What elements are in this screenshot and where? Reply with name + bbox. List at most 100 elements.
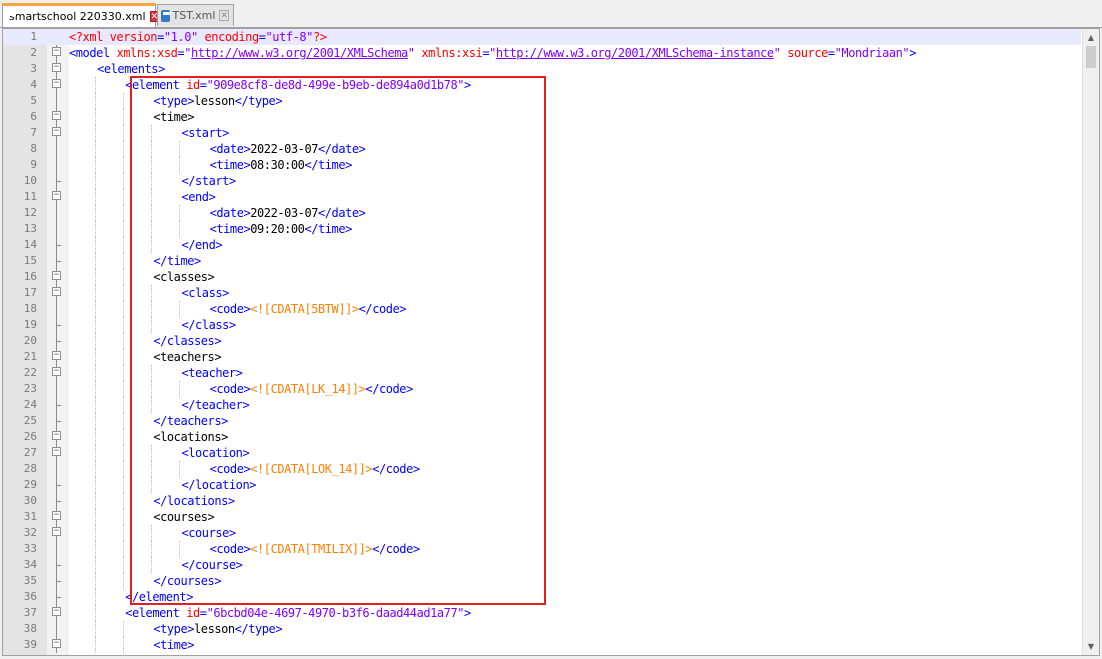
code-line[interactable]: 24 </teacher> — [3, 397, 1081, 413]
fold-minus-icon[interactable]: − — [52, 527, 61, 536]
fold-minus-icon[interactable]: − — [52, 271, 61, 280]
fold-end-tick — [56, 405, 61, 406]
indent-guide — [95, 541, 97, 557]
code-line[interactable]: 4 − <element id="909e8cf8-de8d-499e-b9eb-d… — [3, 77, 1081, 93]
fold-minus-icon[interactable]: − — [52, 511, 61, 520]
fold-minus-icon[interactable]: − — [52, 127, 61, 136]
fold-line — [56, 541, 57, 557]
code-line[interactable]: 37 − <element id="6bcbd04e-4697-4970-b3f6-… — [3, 605, 1081, 621]
fold-minus-icon[interactable]: − — [52, 351, 61, 360]
code-line[interactable]: 32 − <course> — [3, 525, 1081, 541]
code-line[interactable]: 27 − <location> — [3, 445, 1081, 461]
indent-guide — [179, 141, 181, 157]
code-line[interactable]: 11 − <end> — [3, 189, 1081, 205]
code-line[interactable]: 30 </locations> — [3, 493, 1081, 509]
code-line[interactable]: 22 − <teacher> — [3, 365, 1081, 381]
fold-minus-icon[interactable]: − — [52, 607, 61, 616]
fold-end-tick — [56, 341, 61, 342]
fold-line — [56, 221, 57, 237]
fold-minus-icon[interactable]: − — [52, 79, 61, 88]
scroll-up-icon[interactable]: ▲ — [1083, 29, 1099, 46]
code-line[interactable]: 16 − <classes> — [3, 269, 1081, 285]
fold-line — [56, 349, 57, 351]
vertical-scrollbar[interactable]: ▲ ▼ — [1082, 29, 1099, 655]
tab-smartschool-xml[interactable]: smartschool 220330.xml ✕ — [2, 3, 160, 27]
code-line[interactable]: 1 <?xml version="1.0" encoding="utf-8"?> — [3, 29, 1081, 45]
code-text: </time> — [153, 253, 201, 269]
code-line[interactable]: 9 <time>08:30:00</time> — [3, 157, 1081, 173]
code-editor[interactable]: 1 <?xml version="1.0" encoding="utf-8"?> 2… — [2, 28, 1100, 656]
line-number: 2 — [30, 46, 37, 59]
code-line[interactable]: 15 </time> — [3, 253, 1081, 269]
code-line[interactable]: 17 − <class> — [3, 285, 1081, 301]
line-number: 5 — [30, 94, 37, 107]
fold-minus-icon[interactable]: − — [52, 111, 61, 120]
scroll-thumb[interactable] — [1086, 46, 1096, 68]
indent-guide — [151, 477, 153, 493]
fold-minus-icon[interactable]: − — [52, 639, 61, 648]
code-line[interactable]: 7 − <start> — [3, 125, 1081, 141]
token-tag: </time> — [304, 158, 352, 172]
indent-guide — [151, 461, 153, 477]
code-line[interactable]: 39 − <time> — [3, 637, 1081, 653]
code-line[interactable]: 13 <time>09:20:00</time> — [3, 221, 1081, 237]
code-line[interactable]: 31 − <courses> — [3, 509, 1081, 525]
indent-guide — [151, 557, 153, 573]
fold-minus-icon[interactable]: − — [52, 63, 61, 72]
code-line[interactable]: 8 <date>2022-03-07</date> — [3, 141, 1081, 157]
code-line[interactable]: 12 <date>2022-03-07</date> — [3, 205, 1081, 221]
code-line[interactable]: 26 − <locations> — [3, 429, 1081, 445]
indent-guide — [179, 221, 181, 237]
indent-guide — [95, 189, 97, 205]
indent-guide — [95, 333, 97, 349]
line-number: 37 — [23, 606, 37, 619]
token-tag: </date> — [318, 142, 366, 156]
code-line[interactable]: 21 − <teachers> — [3, 349, 1081, 365]
fold-line — [56, 125, 57, 127]
code-line[interactable]: 18 <code><![CDATA[5BTW]]></code> — [3, 301, 1081, 317]
line-number: 32 — [23, 526, 37, 539]
code-line[interactable]: 28 <code><![CDATA[LOK_14]]></code> — [3, 461, 1081, 477]
indent-guide — [95, 429, 97, 445]
code-line[interactable]: 25 </teachers> — [3, 413, 1081, 429]
code-line[interactable]: 19 </class> — [3, 317, 1081, 333]
line-number: 4 — [30, 78, 37, 91]
code-line[interactable]: 2− <model xmlns:xsd="http://www.w3.org/20… — [3, 45, 1081, 61]
token-tag: <location> — [181, 446, 250, 460]
fold-minus-icon[interactable]: − — [52, 367, 61, 376]
code-line[interactable]: 20 </classes> — [3, 333, 1081, 349]
code-line[interactable]: 29 </location> — [3, 477, 1081, 493]
line-number: 39 — [23, 638, 37, 651]
indent-guide — [123, 381, 125, 397]
code-line[interactable]: 10 </start> — [3, 173, 1081, 189]
fold-line — [56, 621, 57, 637]
close-icon[interactable]: ✕ — [219, 10, 229, 21]
line-number: 38 — [23, 622, 37, 635]
tab-label: TST.xml — [172, 9, 216, 22]
fold-minus-icon[interactable]: − — [52, 447, 61, 456]
code-line[interactable]: 23 <code><![CDATA[LK_14]]></code> — [3, 381, 1081, 397]
code-text: <end> — [181, 189, 215, 205]
code-line[interactable]: 35 </courses> — [3, 573, 1081, 589]
code-line[interactable]: 5 <type>lesson</type> — [3, 93, 1081, 109]
code-line[interactable]: 14 </end> — [3, 237, 1081, 253]
fold-minus-icon[interactable]: − — [52, 47, 61, 56]
fold-minus-icon[interactable]: − — [52, 191, 61, 200]
tab-tst-xml[interactable]: TST.xml ✕ — [157, 4, 234, 26]
code-line[interactable]: 38 <type>lesson</type> — [3, 621, 1081, 637]
code-line[interactable]: 33 <code><![CDATA[TMILIX]]></code> — [3, 541, 1081, 557]
code-text: <element id="909e8cf8-de8d-499e-b9eb-de8… — [125, 77, 471, 93]
code-line[interactable]: 34 </course> — [3, 557, 1081, 573]
code-text: <type>lesson</type> — [153, 93, 282, 109]
indent-guide — [95, 525, 97, 541]
line-number: 19 — [23, 318, 37, 331]
code-line[interactable]: 36 </element> — [3, 589, 1081, 605]
fold-minus-icon[interactable]: − — [52, 287, 61, 296]
fold-minus-icon[interactable]: − — [52, 431, 61, 440]
code-line[interactable]: 3 − <elements> — [3, 61, 1081, 77]
scroll-down-icon[interactable]: ▼ — [1083, 638, 1099, 655]
token-pi: <?xml — [69, 30, 110, 44]
code-line[interactable]: 6 − <time> — [3, 109, 1081, 125]
indent-guide — [95, 365, 97, 381]
token-tag: </class> — [181, 318, 236, 332]
